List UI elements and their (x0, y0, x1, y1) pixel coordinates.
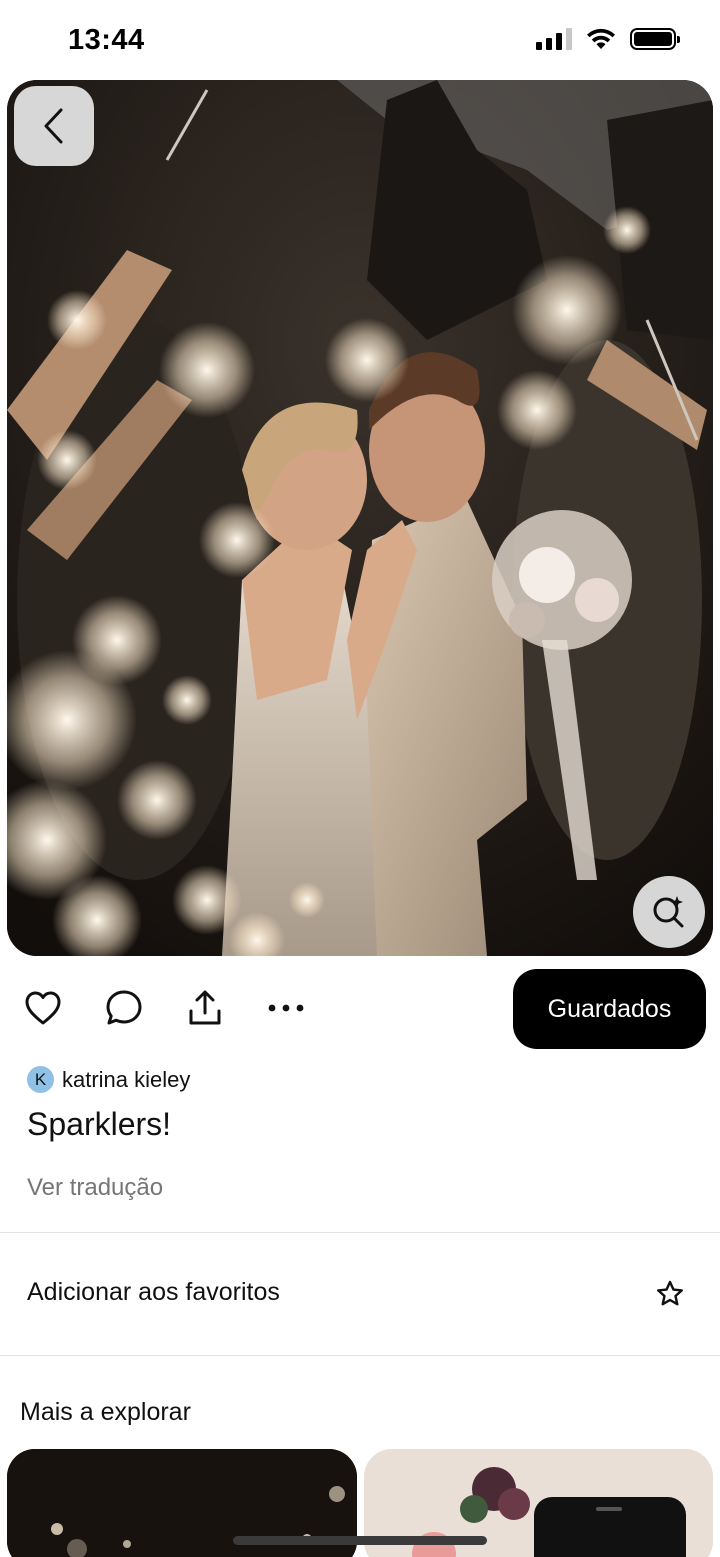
pin-title: Sparklers! (27, 1106, 172, 1142)
like-button[interactable] (23, 988, 63, 1028)
comment-icon (106, 990, 142, 1025)
divider (0, 1232, 720, 1233)
see-translation-link[interactable]: Ver tradução (27, 1174, 163, 1202)
pin-actions: Guardados (0, 968, 720, 1050)
pin-author[interactable]: K katrina kieley (27, 1066, 190, 1093)
status-time: 13:44 (68, 24, 145, 56)
avatar[interactable]: K (27, 1066, 54, 1093)
lens-search-icon (653, 896, 684, 928)
add-to-favorites-row[interactable]: Adicionar aos favoritos (0, 1234, 720, 1354)
favorites-label: Adicionar aos favoritos (27, 1278, 280, 1306)
chevron-left-icon (44, 108, 63, 144)
divider (0, 1355, 720, 1356)
more-options-button[interactable] (266, 988, 306, 1028)
star-icon[interactable] (656, 1280, 684, 1307)
battery-icon (630, 28, 680, 50)
comment-button[interactable] (104, 988, 144, 1028)
pin-photo (7, 80, 713, 956)
heart-icon (25, 991, 61, 1025)
visual-search-button[interactable] (633, 876, 705, 948)
author-name[interactable]: katrina kieley (62, 1067, 190, 1093)
back-button[interactable] (14, 86, 94, 166)
status-bar: 13:44 (0, 0, 720, 80)
wifi-icon (587, 28, 615, 49)
saved-button[interactable]: Guardados (513, 969, 706, 1049)
home-indicator[interactable] (233, 1536, 487, 1545)
share-button[interactable] (185, 988, 225, 1028)
pin-image[interactable] (7, 80, 713, 956)
signal-icon (536, 28, 572, 50)
status-icons (536, 28, 680, 50)
more-to-explore-heading: Mais a explorar (20, 1398, 191, 1426)
more-icon (268, 1004, 304, 1012)
share-icon (189, 990, 221, 1025)
